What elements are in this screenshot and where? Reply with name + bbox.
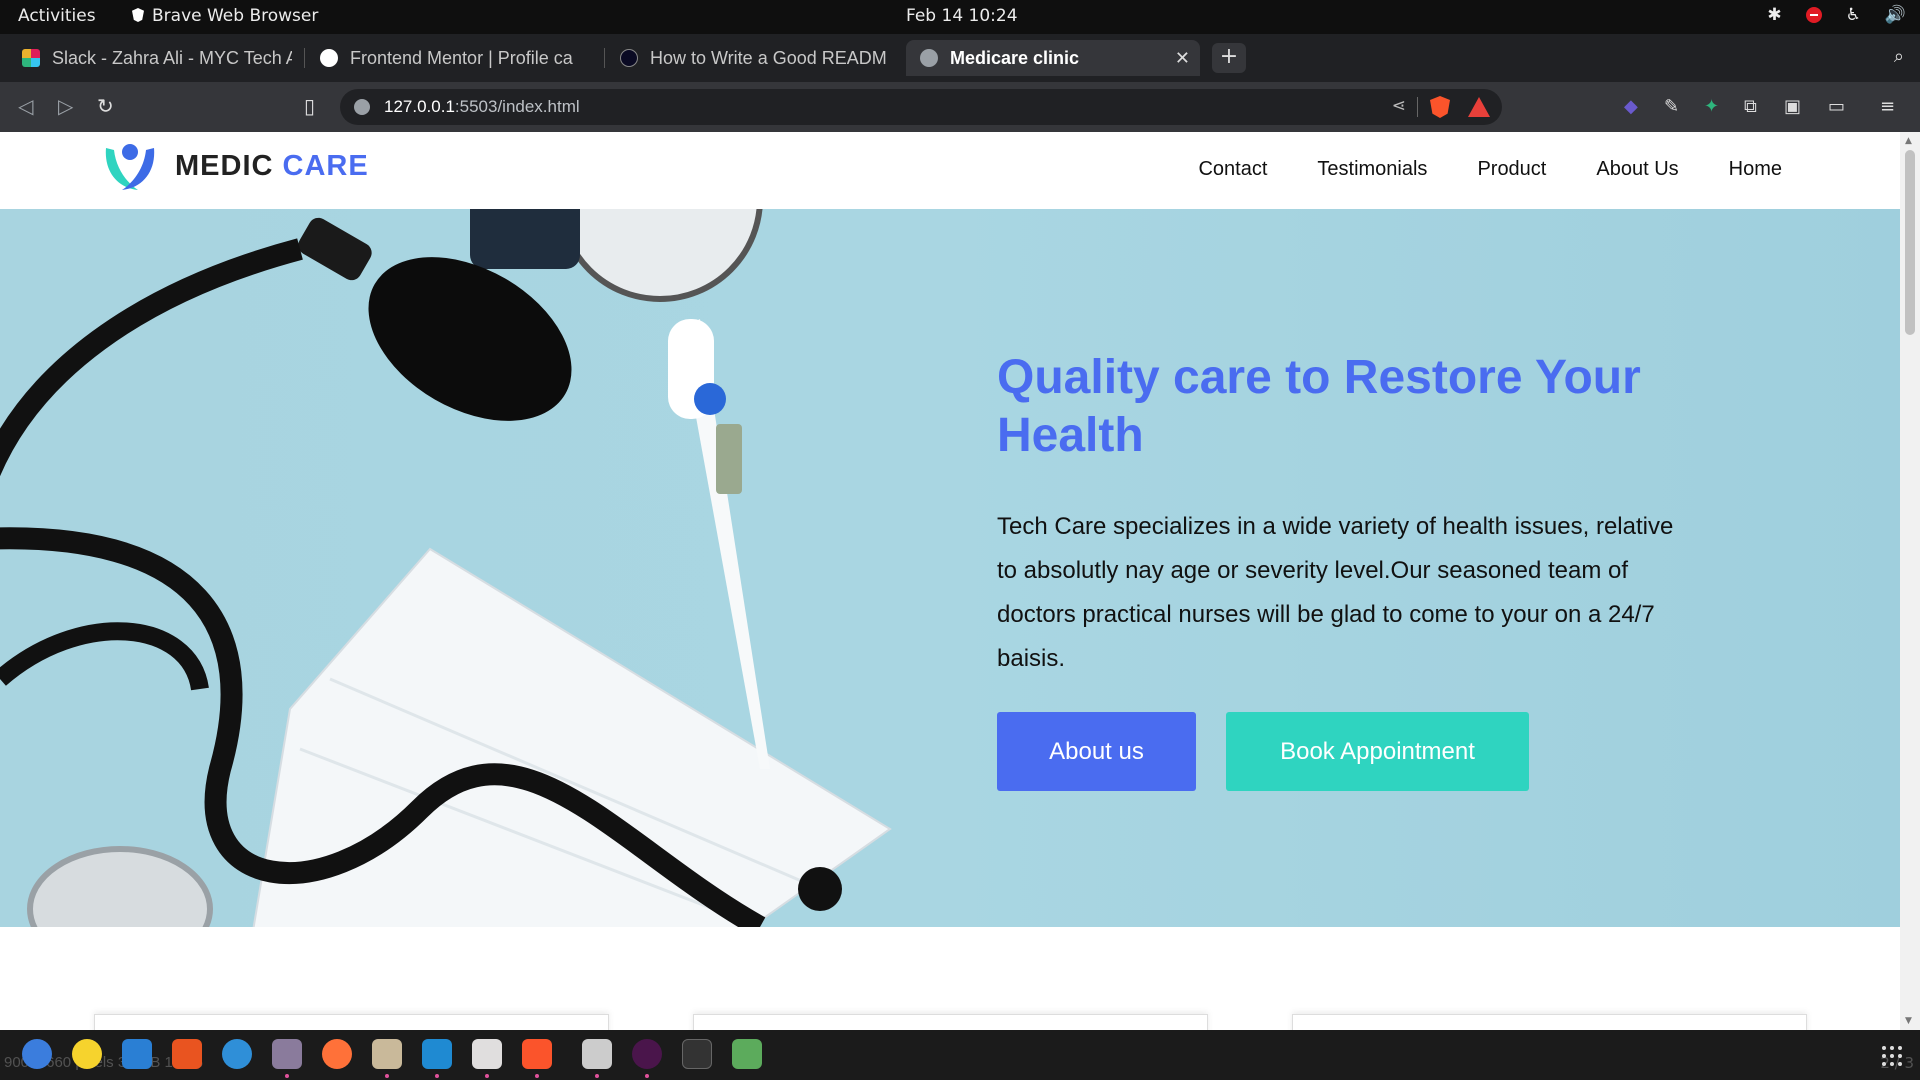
sidebar-icon[interactable]: ▣ (1784, 96, 1801, 117)
nav-product[interactable]: Product (1477, 158, 1546, 181)
system-top-bar: Activities Brave Web Browser Feb 14 10:2… (0, 0, 1920, 34)
freecodecamp-icon (620, 49, 638, 67)
brave-browser-icon[interactable] (522, 1039, 552, 1069)
about-us-button[interactable]: About us (997, 712, 1196, 791)
tab-search-icon[interactable]: ⌕ (1894, 46, 1904, 67)
software-center-icon[interactable] (172, 1039, 202, 1069)
book-appointment-button[interactable]: Book Appointment (1226, 712, 1529, 791)
extension-graduation-icon[interactable]: ◆ (1624, 96, 1638, 117)
vscode-icon[interactable] (422, 1039, 452, 1069)
clock[interactable]: Feb 14 10:24 (906, 6, 1018, 26)
site-nav: Contact Testimonials Product About Us Ho… (1198, 158, 1782, 181)
scroll-down-icon[interactable]: ▼ (1905, 1016, 1912, 1026)
ubuntu-dock: 900 × 660 pixels 3.8 kB 100% 2 / 3 (0, 1030, 1920, 1080)
tab-title: Slack - Zahra Ali - MYC Tech A (52, 47, 292, 68)
trash-icon[interactable] (732, 1039, 762, 1069)
page-scrollbar[interactable]: ▲ ▼ (1900, 132, 1920, 1030)
close-tab-icon[interactable]: ✕ (1175, 48, 1190, 69)
browser-toolbar: ◁ ▷ ↻ ▯ 127.0.0.1:5503/index.html ⋖ ◆ ✎ … (0, 82, 1920, 132)
wallet-icon[interactable]: ▭ (1828, 96, 1845, 117)
do-not-disturb-icon[interactable] (1805, 7, 1822, 23)
activities-button[interactable]: Activities (18, 6, 96, 26)
app-menu[interactable]: Brave Web Browser (132, 6, 318, 26)
nav-contact[interactable]: Contact (1198, 158, 1267, 181)
medic-care-logo-icon (105, 144, 155, 190)
forward-icon[interactable]: ▷ (58, 94, 73, 118)
extensions-icon[interactable]: ⧉ (1744, 96, 1757, 117)
brave-shield-icon (132, 8, 144, 22)
feature-card (1292, 1014, 1807, 1030)
hero-text-block: Quality care to Restore Your Health Tech… (997, 349, 1697, 681)
accessibility-icon[interactable]: ♿ (1846, 5, 1861, 25)
text-editor-icon[interactable] (472, 1039, 502, 1069)
hero-section: Quality care to Restore Your Health Tech… (0, 209, 1900, 927)
url-text[interactable]: 127.0.0.1:5503/index.html (384, 97, 580, 117)
tab-readme-article[interactable]: How to Write a Good READM (620, 40, 890, 76)
writer-icon[interactable] (122, 1039, 152, 1069)
nav-testimonials[interactable]: Testimonials (1317, 158, 1427, 181)
brave-rewards-icon[interactable] (1468, 97, 1490, 117)
system-tray[interactable]: ✱ ♿ 🔊 (1767, 5, 1906, 25)
hero-buttons: About us Book Appointment (997, 712, 1529, 791)
show-applications-icon[interactable] (1882, 1046, 1902, 1066)
site-logo-text[interactable]: MEDIC CARE (175, 150, 369, 183)
site-header: MEDIC CARE Contact Testimonials Product … (0, 132, 1900, 209)
site-info-icon[interactable] (354, 99, 370, 115)
page-viewport: MEDIC CARE Contact Testimonials Product … (0, 132, 1920, 1030)
feature-card (693, 1014, 1208, 1030)
globe-icon (920, 49, 938, 67)
volume-icon[interactable]: 🔊 (1885, 5, 1906, 25)
files-icon[interactable] (272, 1039, 302, 1069)
slack-icon[interactable] (632, 1039, 662, 1069)
frontend-mentor-icon (320, 49, 338, 67)
medical-equipment-image (0, 209, 892, 927)
back-icon[interactable]: ◁ (18, 94, 33, 118)
share-icon[interactable]: ⋖ (1392, 96, 1406, 116)
feature-card (94, 1014, 609, 1030)
browser-tab-strip: Slack - Zahra Ali - MYC Tech A Frontend … (0, 34, 1920, 82)
hero-description: Tech Care specializes in a wide variety … (997, 513, 1674, 672)
menu-icon[interactable]: ≡ (1880, 96, 1895, 117)
hero-title: Quality care to Restore Your Health (997, 351, 1641, 462)
address-bar[interactable]: 127.0.0.1:5503/index.html ⋖ (340, 89, 1502, 125)
tab-title: Frontend Mentor | Profile ca (350, 47, 573, 68)
slack-icon (22, 49, 40, 67)
tab-title: How to Write a Good READM (650, 47, 887, 68)
thunderbird-icon[interactable] (22, 1039, 52, 1069)
firefox-icon[interactable] (322, 1039, 352, 1069)
color-picker-icon[interactable]: ✎ (1664, 96, 1679, 117)
terminal-icon[interactable] (682, 1039, 712, 1069)
archive-manager-icon[interactable] (372, 1039, 402, 1069)
tab-medicare-clinic[interactable]: Medicare clinic ✕ (906, 40, 1200, 76)
app-name: Brave Web Browser (152, 6, 319, 26)
slack-tray-icon[interactable]: ✱ (1767, 5, 1781, 25)
image-viewer-icon[interactable] (582, 1039, 612, 1069)
tab-title: Medicare clinic (950, 47, 1080, 68)
tab-slack[interactable]: Slack - Zahra Ali - MYC Tech A (22, 40, 292, 76)
help-icon[interactable] (222, 1039, 252, 1069)
reload-icon[interactable]: ↻ (97, 94, 114, 118)
nav-home[interactable]: Home (1729, 158, 1782, 181)
brave-shields-icon[interactable] (1430, 96, 1450, 118)
nav-about-us[interactable]: About Us (1596, 158, 1678, 181)
scrollbar-thumb[interactable] (1905, 150, 1915, 335)
bookmark-icon[interactable]: ▯ (304, 94, 315, 118)
scroll-up-icon[interactable]: ▲ (1905, 136, 1912, 146)
rhythmbox-icon[interactable] (72, 1039, 102, 1069)
new-tab-button[interactable]: + (1212, 43, 1246, 73)
extension-green-icon[interactable]: ✦ (1704, 96, 1719, 117)
tab-frontend-mentor[interactable]: Frontend Mentor | Profile ca (320, 40, 592, 76)
